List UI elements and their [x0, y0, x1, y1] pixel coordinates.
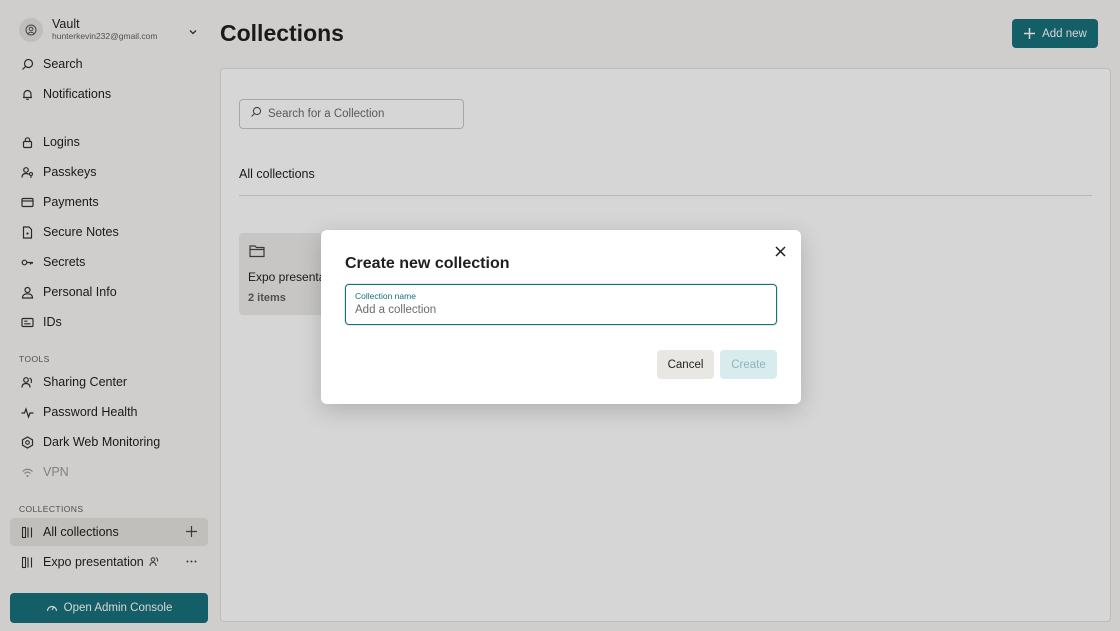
collection-name-field[interactable]: Collection name [345, 284, 777, 325]
create-collection-dialog: Create new collection Collection name Ca… [321, 230, 801, 404]
cancel-button[interactable]: Cancel [657, 350, 714, 379]
close-icon[interactable] [773, 244, 787, 258]
collection-name-label: Collection name [355, 291, 416, 301]
dialog-title: Create new collection [345, 255, 510, 272]
collection-name-input[interactable] [355, 304, 765, 316]
create-button[interactable]: Create [720, 350, 777, 379]
